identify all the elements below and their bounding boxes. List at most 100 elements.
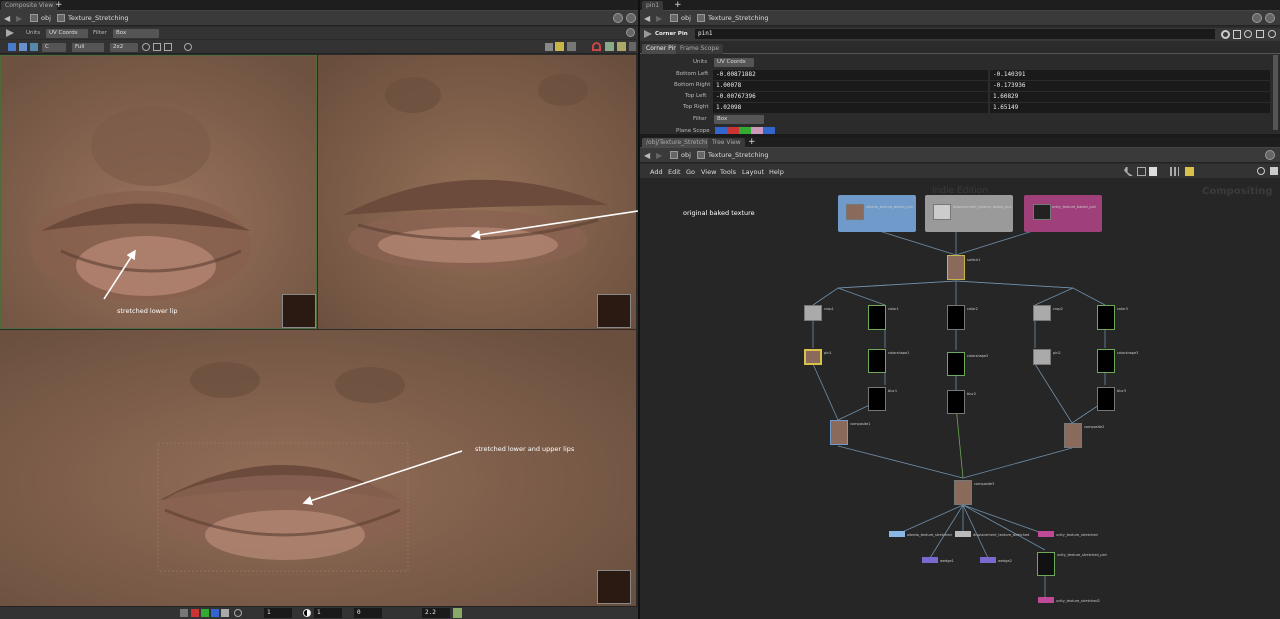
- br-x-field[interactable]: 1.00078: [713, 81, 988, 91]
- node-wedge2[interactable]: [980, 557, 996, 563]
- path-network-3[interactable]: Texture_Stretching: [708, 151, 769, 160]
- label-wedge2: wedge2: [998, 559, 1012, 563]
- label-out-albedo: albedo_texture_stretched: [907, 533, 952, 537]
- gamma-field[interactable]: 2.2: [422, 608, 450, 618]
- left-bottombar: 1 1 0 2.2: [0, 606, 638, 619]
- node-unity-pict[interactable]: [1037, 552, 1055, 576]
- menu-go[interactable]: Go: [686, 168, 695, 176]
- node-colorshape2[interactable]: [947, 352, 965, 376]
- node-crop2[interactable]: [1033, 305, 1051, 321]
- expand-icon[interactable]: [1256, 30, 1264, 38]
- tr-y-field[interactable]: 1.65149: [990, 103, 1270, 113]
- search-icon-param[interactable]: [1244, 30, 1252, 38]
- node-colorshape3[interactable]: [1097, 349, 1115, 373]
- tr-x-field[interactable]: 1.02098: [713, 103, 988, 113]
- node-unity[interactable]: [1033, 204, 1051, 220]
- forward-icon-2[interactable]: ▶: [656, 14, 666, 23]
- path-network-2[interactable]: Texture_Stretching: [708, 14, 769, 23]
- forward-icon-3[interactable]: ▶: [656, 151, 666, 160]
- param-label-tl: Top Left: [685, 93, 707, 99]
- channel-b-icon[interactable]: [211, 609, 219, 617]
- label-color2: color2: [967, 307, 978, 311]
- label-pin2: pin2: [1053, 351, 1061, 355]
- tl-x-field[interactable]: -0.00767396: [713, 92, 988, 102]
- label-wedge1: wedge1: [940, 559, 954, 563]
- arrow-original: [470, 210, 638, 240]
- pin-icon-3[interactable]: [1265, 150, 1275, 160]
- param-filter-select[interactable]: Box: [714, 115, 764, 124]
- gear-icon[interactable]: [1221, 30, 1230, 39]
- sticky-icon[interactable]: [1185, 167, 1194, 176]
- br-y-field[interactable]: -0.173936: [990, 81, 1270, 91]
- tree-icon[interactable]: [1137, 167, 1146, 176]
- channel-g-icon[interactable]: [201, 609, 209, 617]
- path-obj-2[interactable]: obj: [681, 14, 691, 23]
- frame-field[interactable]: 1: [264, 608, 292, 618]
- add-tab-button-3[interactable]: +: [748, 137, 756, 147]
- menu-help[interactable]: Help: [769, 168, 784, 176]
- tl-y-field[interactable]: 1.60829: [990, 92, 1270, 102]
- annotation-original: original baked texture: [683, 209, 755, 217]
- lut-icon[interactable]: [453, 608, 462, 618]
- channel-r2-icon[interactable]: [191, 609, 199, 617]
- node-out-disp[interactable]: [955, 531, 971, 537]
- obj-icon-3: [670, 151, 678, 159]
- ptab-frame-scope[interactable]: Frame Scope: [676, 44, 723, 54]
- plane-scope-swatches[interactable]: [715, 127, 775, 134]
- path-obj-3[interactable]: obj: [681, 151, 691, 160]
- add-tab-button-2[interactable]: +: [674, 0, 682, 10]
- tab-tree-view[interactable]: Tree View: [708, 138, 745, 148]
- node-crop1[interactable]: [804, 305, 822, 321]
- grid-net-icon[interactable]: [1170, 167, 1179, 176]
- zoom-view-icon[interactable]: [234, 609, 242, 617]
- back-icon-2[interactable]: ◀: [644, 14, 654, 23]
- node-out-albedo[interactable]: [889, 531, 905, 537]
- node-blur3[interactable]: [1097, 387, 1115, 411]
- param-scrollbar[interactable]: [1273, 55, 1278, 130]
- corner-pin-icon: [644, 30, 652, 38]
- info-icon-net[interactable]: [1270, 167, 1278, 175]
- link-icon-2[interactable]: [1265, 13, 1275, 23]
- pin-icon-2[interactable]: [1252, 13, 1262, 23]
- menu-add[interactable]: Add: [650, 168, 663, 176]
- menu-view[interactable]: View: [701, 168, 716, 176]
- node-pin2[interactable]: [1033, 349, 1051, 365]
- node-color1[interactable]: [868, 305, 886, 330]
- node-composite3[interactable]: [954, 480, 972, 505]
- search-icon-net[interactable]: [1257, 167, 1265, 175]
- node-wedge1[interactable]: [922, 557, 938, 563]
- node-pin1[interactable]: [804, 349, 822, 365]
- exposure-field[interactable]: 0: [354, 608, 382, 618]
- node-switch[interactable]: [947, 255, 965, 280]
- menu-layout[interactable]: Layout: [742, 168, 764, 176]
- node-colorshape1[interactable]: [868, 349, 886, 373]
- bl-x-field[interactable]: -0.00871882: [713, 70, 988, 80]
- label-crop2: crop2: [1053, 307, 1063, 311]
- back-icon-3[interactable]: ◀: [644, 151, 654, 160]
- param-units-select[interactable]: UV Coords: [714, 58, 754, 67]
- label-composite1: composite1: [850, 422, 871, 426]
- gamma-icon[interactable]: [303, 609, 311, 617]
- menu-edit[interactable]: Edit: [668, 168, 681, 176]
- tab-pin1[interactable]: pin1: [642, 1, 664, 11]
- node-name-field[interactable]: pin1: [695, 29, 1215, 39]
- node-composite2[interactable]: [1064, 423, 1082, 448]
- channel-r-icon[interactable]: [180, 609, 188, 617]
- gamma-a-field[interactable]: 1: [314, 608, 342, 618]
- note-icon[interactable]: [1149, 167, 1157, 176]
- node-unity-final[interactable]: [1038, 597, 1054, 603]
- node-out-unity[interactable]: [1038, 531, 1054, 537]
- info-icon-param[interactable]: [1268, 30, 1276, 38]
- node-blur1[interactable]: [868, 387, 886, 411]
- node-color2[interactable]: [947, 305, 965, 330]
- node-albedo[interactable]: [846, 204, 864, 220]
- annotation-lower-lip: stretched lower lip: [117, 307, 178, 315]
- bl-y-field[interactable]: -0.140391: [990, 70, 1270, 80]
- help-doc-icon[interactable]: [1233, 30, 1241, 39]
- node-color3[interactable]: [1097, 305, 1115, 330]
- node-blur2[interactable]: [947, 390, 965, 414]
- menu-tools[interactable]: Tools: [720, 168, 736, 176]
- node-composite1[interactable]: [830, 420, 848, 445]
- node-disp[interactable]: [933, 204, 951, 220]
- channel-a-icon[interactable]: [221, 609, 229, 617]
